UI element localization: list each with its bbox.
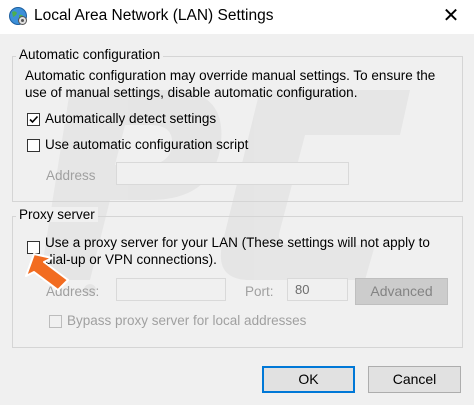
proxy-server-label: Proxy server xyxy=(16,207,98,222)
auto-detect-label[interactable]: Automatically detect settings xyxy=(45,111,216,126)
proxy-address-input xyxy=(116,278,226,301)
auto-config-script-label[interactable]: Use automatic configuration script xyxy=(45,137,248,152)
bypass-local-label: Bypass proxy server for local addresses xyxy=(67,313,307,328)
bypass-local-checkbox xyxy=(49,315,62,328)
auto-config-description-line1: Automatic configuration may override man… xyxy=(25,68,436,83)
checkmark-icon xyxy=(29,115,39,124)
window-title: Local Area Network (LAN) Settings xyxy=(34,7,274,24)
advanced-button: Advanced xyxy=(355,278,448,305)
auto-config-script-checkbox[interactable] xyxy=(27,139,40,152)
orange-arrow-icon xyxy=(25,253,69,291)
proxy-port-input: 80 xyxy=(287,278,348,301)
use-proxy-label-line2[interactable]: dial-up or VPN connections). xyxy=(45,252,217,267)
script-address-input xyxy=(116,162,349,185)
title-bar: Local Area Network (LAN) Settings ✕ xyxy=(0,0,474,34)
auto-detect-checkbox[interactable] xyxy=(27,113,40,126)
ok-button[interactable]: OK xyxy=(262,366,355,393)
close-icon[interactable]: ✕ xyxy=(436,3,466,29)
automatic-configuration-label: Automatic configuration xyxy=(16,47,164,62)
use-proxy-label-line1[interactable]: Use a proxy server for your LAN (These s… xyxy=(45,235,430,250)
cancel-button[interactable]: Cancel xyxy=(368,366,461,393)
auto-config-description-line2: use of manual settings, disable automati… xyxy=(25,85,358,100)
globe-settings-icon xyxy=(9,7,27,25)
proxy-port-label: Port: xyxy=(245,284,274,299)
lan-settings-dialog: Local Area Network (LAN) Settings ✕ Auto… xyxy=(0,0,474,405)
script-address-label: Address xyxy=(46,168,96,183)
